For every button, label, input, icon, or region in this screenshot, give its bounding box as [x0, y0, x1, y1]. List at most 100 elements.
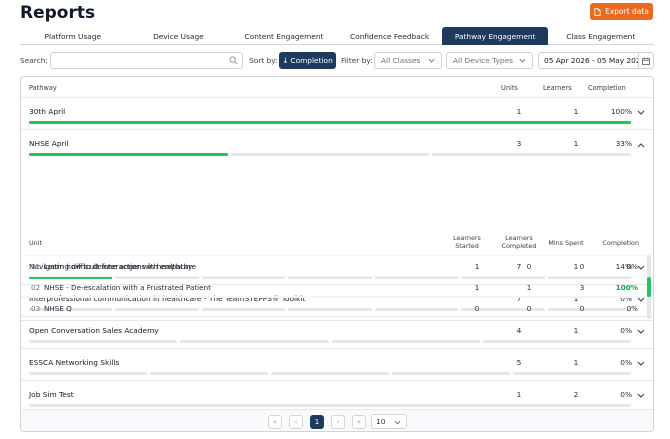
pathway-table: Pathway Units Learners Completion 30th A… — [20, 76, 654, 432]
col-units: Units — [501, 84, 518, 92]
page-title: Reports — [20, 3, 96, 23]
tab-class-engagement[interactable]: Class Engagement — [548, 27, 654, 45]
unit-mins: 0 — [579, 262, 585, 271]
search-icon — [229, 56, 238, 65]
first-page-button[interactable]: « — [268, 415, 282, 429]
chevron-up-icon[interactable] — [637, 142, 645, 148]
sort-label: Sort by: — [249, 56, 278, 65]
unit-completion: 100% — [615, 283, 638, 292]
chevron-down-icon[interactable] — [637, 361, 645, 367]
export-data-button[interactable]: Export data — [590, 3, 653, 20]
pathway-name: ESSCA Networking Skills — [29, 358, 120, 367]
progress-segment — [230, 153, 430, 156]
pathway-progress-bar — [29, 121, 631, 124]
pathway-completion: 0% — [620, 358, 632, 367]
unit-row[interactable]: 0 1 Learn how to defuse anger with empathy… — [21, 255, 645, 276]
tab-device-usage[interactable]: Device Usage — [126, 27, 232, 45]
tab-content-engagement[interactable]: Content Engagement — [231, 27, 337, 45]
date-range-value: 05 Apr 2026 - 05 May 2026 — [544, 56, 646, 65]
unit-started: 1 — [474, 283, 480, 292]
pathway-completion: 33% — [615, 139, 632, 148]
chevron-down-icon[interactable] — [637, 393, 645, 399]
pathway-learners: 2 — [573, 390, 579, 399]
unit-started: 1 — [474, 262, 480, 271]
sort-value: Completion — [290, 56, 333, 65]
pathway-name: Job Sim Test — [29, 390, 74, 399]
arrow-down-icon: ↓ — [282, 56, 289, 65]
pathway-units: 5 — [516, 358, 522, 367]
page-size-select[interactable]: 10 — [371, 414, 407, 429]
unit-completion: 0% — [626, 262, 638, 271]
table-row[interactable]: NHSE April 3 1 33% — [21, 130, 653, 162]
progress-segment — [271, 372, 389, 375]
progress-segment — [331, 340, 480, 343]
unit-completed: 0 — [526, 262, 532, 271]
chevron-down-icon[interactable] — [637, 110, 645, 116]
pathway-units: 3 — [516, 139, 522, 148]
unit-completed: 1 — [526, 283, 532, 292]
chevron-down-icon — [394, 420, 401, 425]
class-select[interactable]: All Classes — [374, 52, 442, 69]
tab-pathway-engagement[interactable]: Pathway Engagement — [442, 27, 548, 45]
pathway-completion: 0% — [620, 326, 632, 335]
progress-segment — [482, 340, 631, 343]
unit-row[interactable]: 03 NHSE Q 0 0 0 0% — [21, 297, 645, 318]
unit-name: Learn how to defuse anger with empathy — [44, 262, 193, 271]
progress-segment — [432, 153, 632, 156]
page-1-button[interactable]: 1 — [310, 415, 324, 429]
pathway-completion: 0% — [620, 390, 632, 399]
pathway-completion: 100% — [610, 107, 632, 116]
progress-segment — [513, 372, 631, 375]
progress-segment — [29, 404, 631, 407]
col-pathway: Pathway — [29, 84, 57, 92]
sort-completion-button[interactable]: ↓ Completion — [279, 52, 336, 69]
document-icon — [594, 7, 601, 16]
search-label: Search: — [20, 56, 48, 65]
chevron-down-icon[interactable] — [637, 329, 645, 335]
export-data-label: Export data — [605, 7, 649, 16]
unit-mins: 3 — [579, 283, 585, 292]
unit-mins: 0 — [579, 304, 585, 313]
pathway-units: 1 — [516, 107, 522, 116]
filter-label: Filter by: — [341, 56, 373, 65]
table-row[interactable]: Open Conversation Sales Academy 4 1 0% — [21, 317, 653, 349]
col-learners-started: Learners Started — [453, 234, 481, 250]
unit-scrollbar[interactable] — [647, 255, 651, 319]
pathway-learners: 1 — [573, 139, 579, 148]
unit-number: 02 — [31, 283, 41, 292]
search-input[interactable] — [50, 52, 243, 69]
progress-segment — [150, 372, 268, 375]
pathway-progress-bar — [29, 340, 631, 343]
unit-row[interactable]: 02 NHSE - De-escalation with a Frustrated… — [21, 276, 645, 297]
page-size-value: 10 — [376, 417, 386, 426]
next-page-button[interactable]: › — [331, 415, 345, 429]
table-row[interactable]: ESSCA Networking Skills 5 1 0% — [21, 349, 653, 381]
pathway-name: NHSE April — [29, 139, 69, 148]
progress-segment — [29, 153, 228, 156]
chevron-down-icon — [428, 58, 435, 63]
progress-segment — [180, 340, 329, 343]
col-mins-spent: Mins Spent — [548, 239, 584, 247]
tab-confidence-feedback[interactable]: Confidence Feedback — [337, 27, 443, 45]
pathway-progress-bar — [29, 372, 631, 375]
top-bar: Reports Export data — [0, 0, 670, 26]
prev-page-button[interactable]: ‹ — [289, 415, 303, 429]
pagination: « ‹ 1 › » 10 — [21, 409, 653, 431]
last-page-button[interactable]: » — [352, 415, 366, 429]
date-range-input[interactable]: 05 Apr 2026 - 05 May 2026 — [538, 52, 654, 69]
tab-platform-usage[interactable]: Platform Usage — [20, 27, 126, 45]
progress-segment — [29, 340, 178, 343]
filter-bar: Search: Sort by: ↓ Completion Filter by:… — [20, 52, 654, 69]
pathway-name: 30th April — [29, 107, 66, 116]
pathway-progress-bar — [29, 404, 631, 407]
table-row[interactable]: 30th April 1 1 100% — [21, 98, 653, 130]
scrollbar-thumb[interactable] — [647, 277, 651, 297]
unit-number: 03 — [31, 304, 41, 313]
pathway-name: Open Conversation Sales Academy — [29, 326, 159, 335]
calendar-icon[interactable] — [638, 53, 653, 68]
unit-completed: 0 — [526, 304, 532, 313]
device-type-select[interactable]: All Device Types — [446, 52, 533, 69]
col-learners-completed: Learners Completed — [501, 234, 537, 250]
col-unit-completion: Completion — [602, 239, 639, 247]
pathway-learners: 1 — [573, 107, 579, 116]
